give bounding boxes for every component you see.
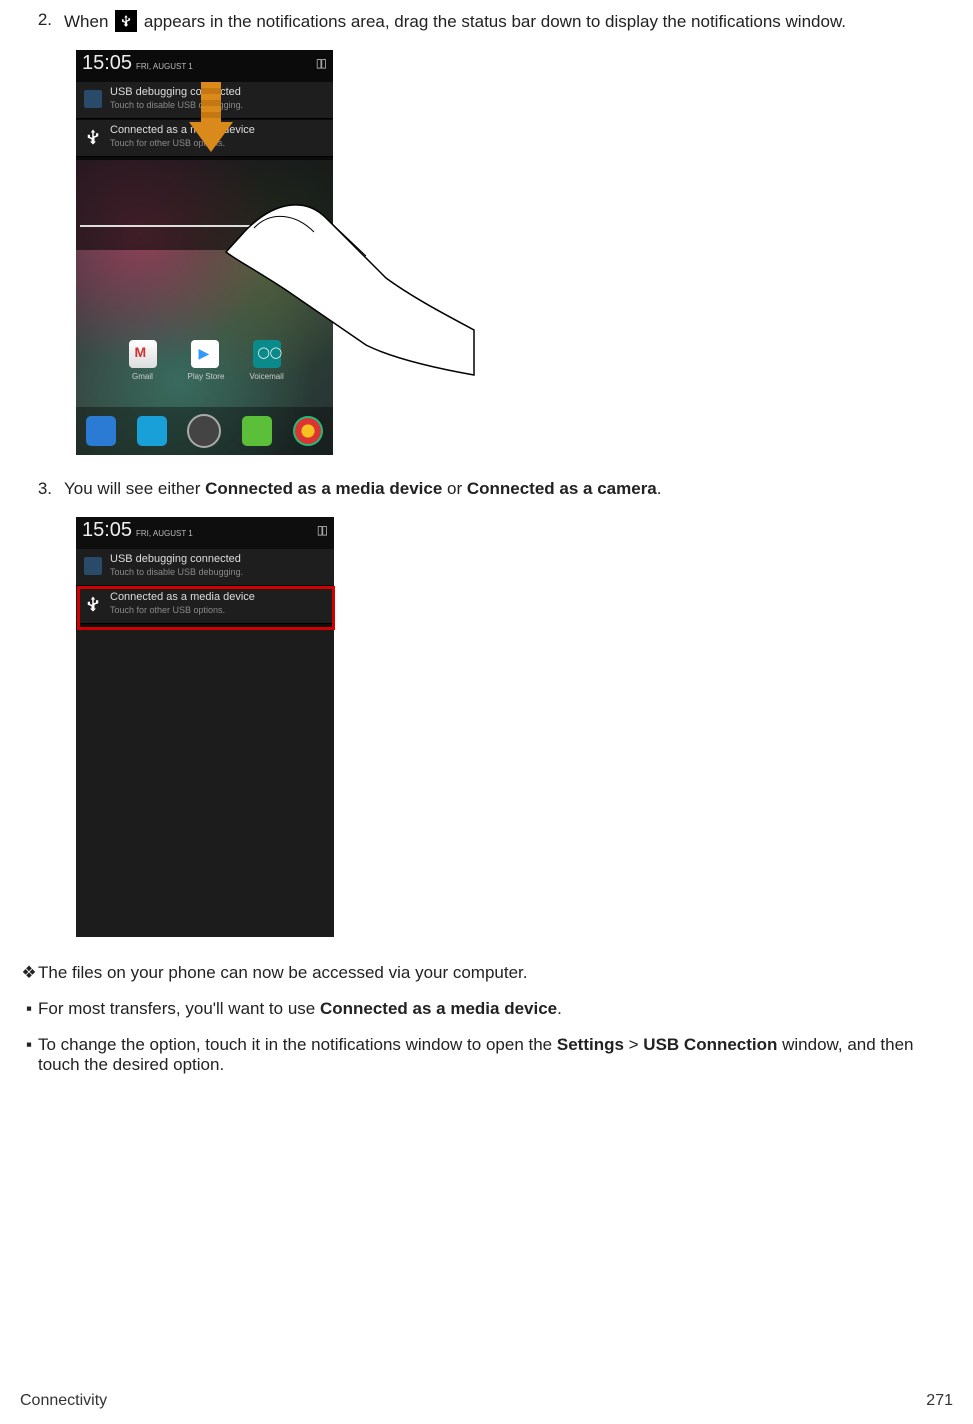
dock-chrome[interactable]	[293, 416, 323, 446]
square-bullet-icon: ▪	[20, 1035, 38, 1075]
status-icons: ▯▯	[316, 56, 325, 70]
step-2-text: When appears in the notifications area, …	[64, 10, 953, 32]
step-3-bold2: Connected as a camera	[467, 479, 657, 498]
usb-icon	[84, 128, 102, 146]
step-3: 3. You will see either Connected as a me…	[20, 479, 953, 499]
footer-page-number: 271	[926, 1392, 953, 1410]
app-gmail-label: Gmail	[126, 372, 160, 381]
b2-post: .	[557, 999, 562, 1018]
b3-bold2: USB Connection	[643, 1035, 777, 1054]
clock: 15:05	[82, 519, 132, 542]
app-gmail[interactable]: M Gmail	[126, 340, 160, 381]
hand-illustration	[216, 170, 476, 390]
dock-messages[interactable]	[242, 416, 272, 446]
screenshot-drag-notifications: 15:05 FRI, AUGUST 1 ▯▯ USB debugging con…	[76, 50, 333, 455]
dock-phone[interactable]	[86, 416, 116, 446]
bullet-2-text: For most transfers, you'll want to use C…	[38, 999, 953, 1019]
screenshot-notification-highlight: 15:05 FRI, AUGUST 1 ▯▯ USB debugging con…	[76, 517, 334, 937]
square-bullet-icon: ▪	[20, 999, 38, 1019]
step-3-text: You will see either Connected as a media…	[64, 479, 953, 499]
notif1-sub: Touch to disable USB debugging.	[110, 567, 243, 577]
dock-apps[interactable]	[187, 414, 221, 448]
b3-bold1: Settings	[557, 1035, 624, 1054]
step-3-post: .	[657, 479, 662, 498]
b3-pre: To change the option, touch it in the no…	[38, 1035, 557, 1054]
highlight-box	[77, 586, 335, 630]
bars-icon	[84, 90, 102, 108]
b2-pre: For most transfers, you'll want to use	[38, 999, 320, 1018]
footer-section: Connectivity	[20, 1392, 107, 1410]
step-2-number: 2.	[20, 10, 64, 32]
notification-usb-debugging[interactable]: USB debugging connected Touch to disable…	[76, 549, 334, 586]
notif1-title: USB debugging connected	[110, 553, 241, 565]
step-3-bold1: Connected as a media device	[205, 479, 442, 498]
b3-mid: >	[624, 1035, 643, 1054]
step-2: 2. When appears in the notifications are…	[20, 10, 953, 32]
dock-contacts[interactable]	[137, 416, 167, 446]
status-icons: ▯▯	[317, 523, 326, 537]
bullet-square-2: ▪ To change the option, touch it in the …	[20, 1035, 953, 1075]
page-footer: Connectivity 271	[20, 1392, 953, 1410]
usb-icon	[115, 10, 137, 32]
notif2-title: Connected as a media device	[110, 124, 255, 136]
bullet-1-text: The files on your phone can now be acces…	[38, 963, 953, 983]
bars-icon	[84, 557, 102, 575]
bullet-square-1: ▪ For most transfers, you'll want to use…	[20, 999, 953, 1019]
step-2-post: appears in the notifications area, drag …	[139, 12, 846, 31]
notification-panel: 15:05 FRI, AUGUST 1 ▯▯ USB debugging con…	[76, 517, 334, 937]
drag-arrow-icon	[191, 82, 231, 152]
dock	[76, 407, 333, 455]
status-bar[interactable]: 15:05 FRI, AUGUST 1 ▯▯	[76, 50, 333, 80]
panel-empty-area	[76, 627, 334, 937]
clock-date: FRI, AUGUST 1	[136, 62, 193, 71]
clock-date: FRI, AUGUST 1	[136, 529, 193, 538]
b2-bold: Connected as a media device	[320, 999, 557, 1018]
step-3-pre: You will see either	[64, 479, 205, 498]
diamond-bullet-icon: ❖	[20, 963, 38, 983]
step-3-number: 3.	[20, 479, 64, 499]
step-2-pre: When	[64, 12, 113, 31]
status-bar[interactable]: 15:05 FRI, AUGUST 1 ▯▯	[76, 517, 334, 547]
step-3-mid: or	[442, 479, 467, 498]
bullet-diamond-1: ❖ The files on your phone can now be acc…	[20, 963, 953, 983]
bullet-3-text: To change the option, touch it in the no…	[38, 1035, 953, 1075]
clock: 15:05	[82, 52, 132, 75]
